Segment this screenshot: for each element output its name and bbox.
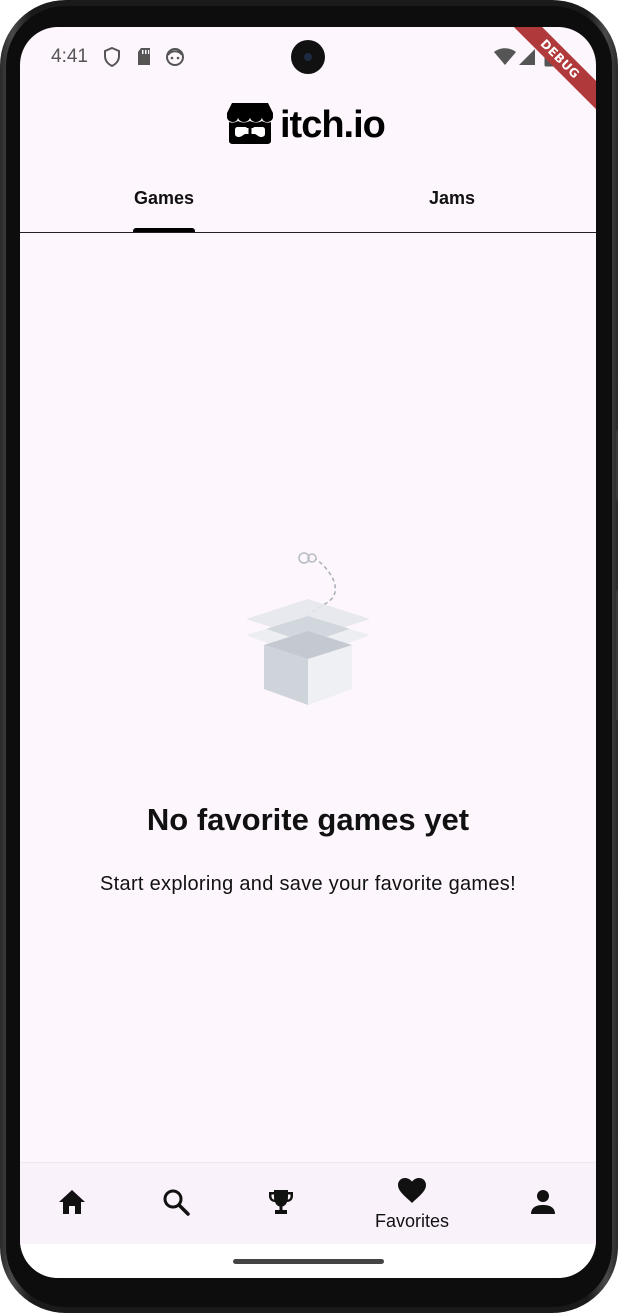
nav-search[interactable] [124,1163,228,1245]
person-icon [530,1189,556,1220]
front-camera [291,40,325,74]
sd-card-icon [136,47,152,71]
status-time: 4:41 [51,46,88,67]
empty-box-icon [238,547,378,707]
screen: 4:41 DEBUG itch.io Games Jams No favorit… [20,27,596,1278]
home-indicator[interactable] [233,1259,384,1264]
itchio-storefront-icon [226,101,274,150]
tab-jams[interactable]: Jams [308,172,596,232]
status-bar: 4:41 DEBUG [20,27,596,116]
logo-text: itch.io [280,103,386,146]
tab-games[interactable]: Games [20,172,308,232]
nav-home[interactable] [20,1163,124,1245]
tab-indicator [133,228,195,232]
wifi-icon [494,48,516,71]
nav-favorites-label: Favorites [374,1210,450,1231]
search-icon [162,1188,190,1221]
nav-jams[interactable] [229,1163,333,1245]
empty-state-subtitle: Start exploring and save your favorite g… [100,873,516,895]
itchio-logo: itch.io [226,101,386,150]
nav-favorites[interactable]: Favorites [360,1163,464,1245]
empty-state-title: No favorite games yet [146,802,470,837]
tab-jams-label: Jams [428,188,476,208]
tab-bar: Games Jams [20,172,596,233]
bottom-navigation: Favorites [20,1162,596,1245]
trophy-icon [267,1188,295,1221]
heart-icon [397,1177,427,1209]
phone-frame: 4:41 DEBUG itch.io Games Jams No favorit… [0,0,618,1313]
face-icon [165,47,185,72]
shield-icon [103,46,121,72]
gesture-bar-area [20,1244,596,1278]
signal-icon [518,48,536,71]
app-bar: itch.io [20,97,596,157]
nav-profile[interactable] [491,1163,595,1245]
home-icon [58,1189,86,1220]
tab-games-label: Games [133,188,195,208]
